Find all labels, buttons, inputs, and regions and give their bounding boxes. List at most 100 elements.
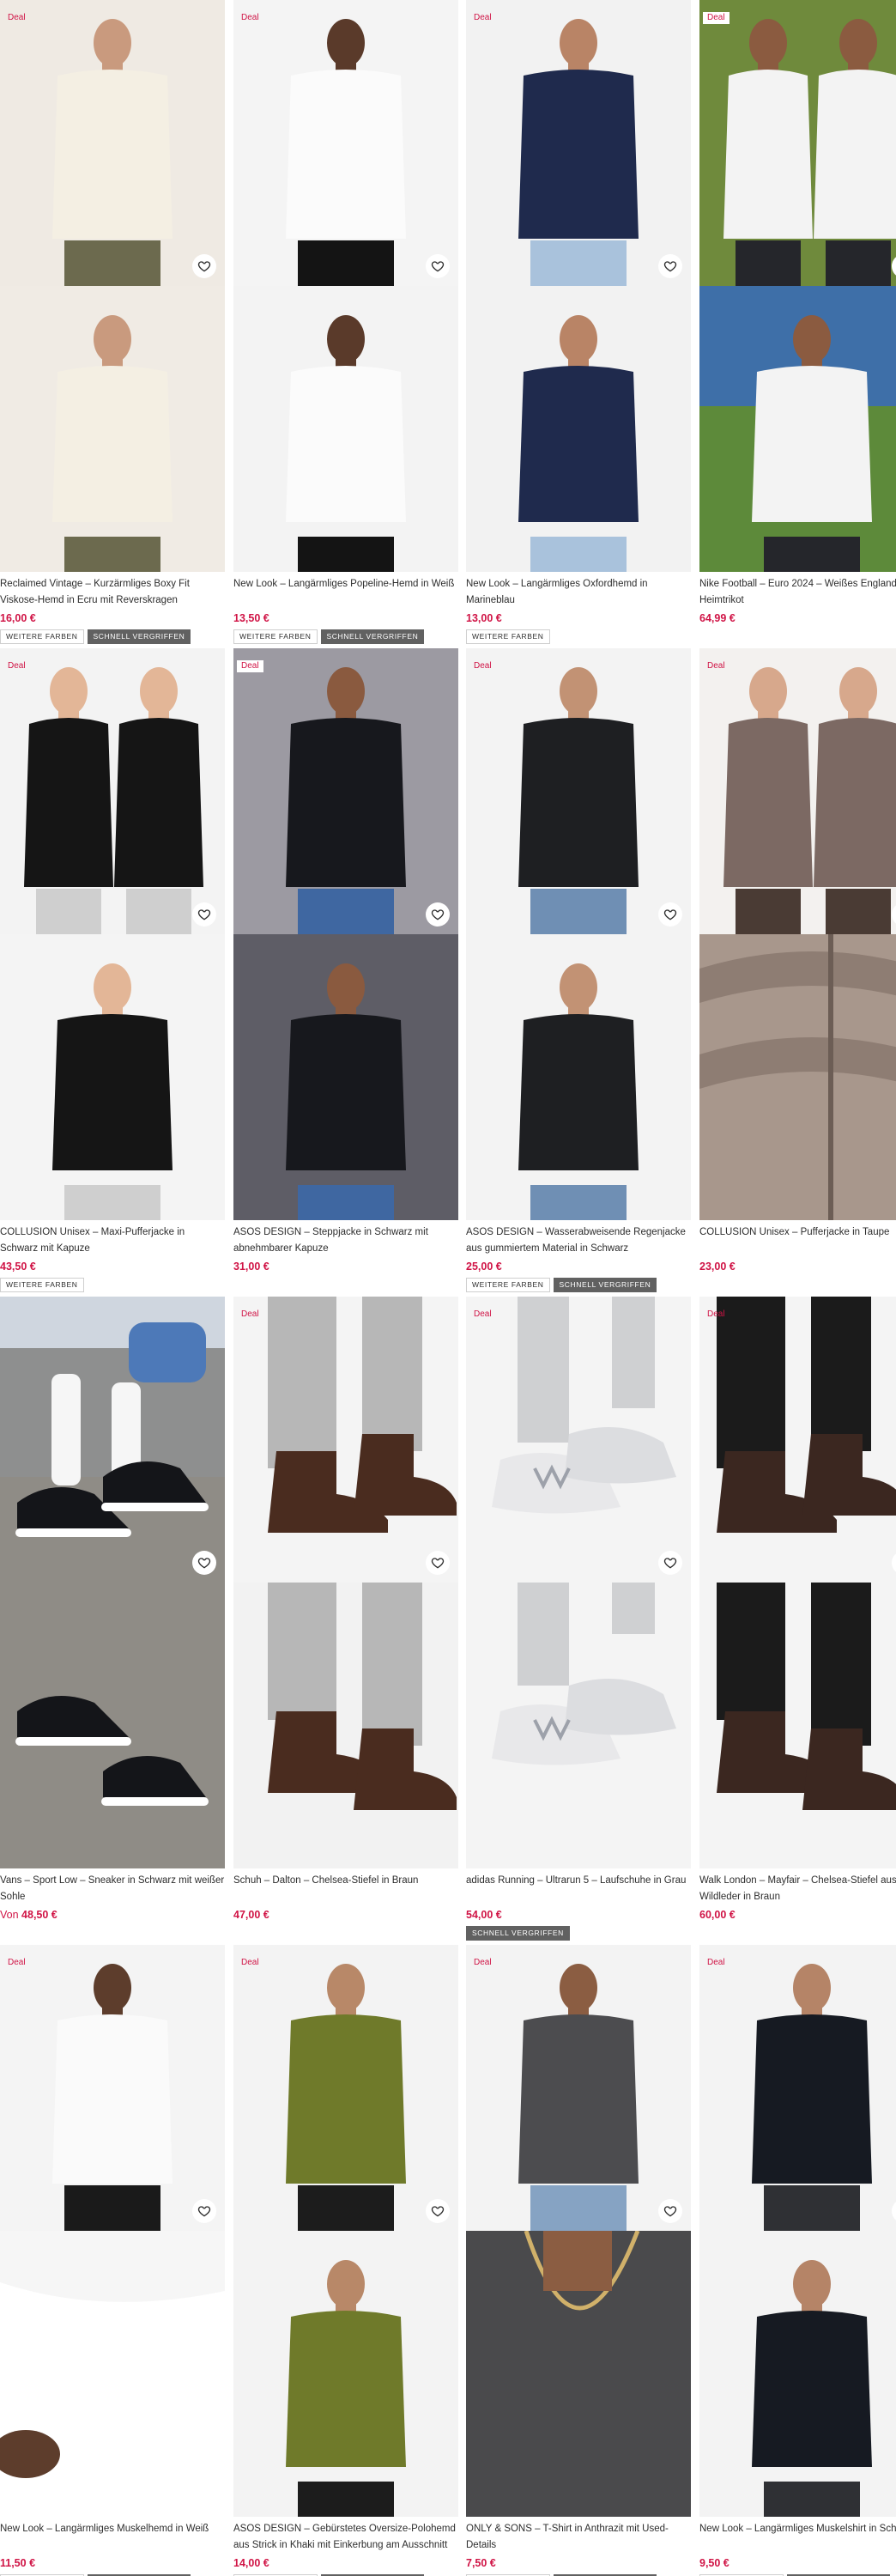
selling-fast-badge: SCHNELL VERGRIFFEN [320, 629, 425, 644]
save-for-later-heart-icon[interactable] [426, 254, 450, 278]
product-info: New Look – Langärmliges Muskelhemd in We… [0, 2521, 225, 2576]
product-info: New Look – Langärmliges Muskelshirt in S… [699, 2521, 896, 2576]
product-price: 9,50 € [699, 2555, 896, 2571]
product-image-alt[interactable] [699, 934, 896, 1220]
product-card[interactable]: Deal Schuh – Dalton – Chelsea-Stiefel in … [233, 1297, 458, 1945]
save-for-later-heart-icon[interactable] [192, 1551, 216, 1575]
product-image-alt[interactable] [233, 2231, 458, 2517]
product-card[interactable]: Deal COLLUSION Unisex – Maxi-Pufferjacke … [0, 648, 225, 1297]
product-badges: WEITERE FARBENSCHNELL VERGRIFFEN [233, 629, 458, 644]
product-image-alt[interactable] [466, 286, 691, 572]
product-image-alt[interactable] [699, 286, 896, 572]
product-title[interactable]: Reclaimed Vintage – Kurzärmliges Boxy Fi… [0, 576, 225, 609]
save-for-later-heart-icon[interactable] [658, 254, 682, 278]
price-value: 54,00 € [466, 1909, 502, 1921]
product-title[interactable]: New Look – Langärmliges Popeline-Hemd in… [233, 576, 458, 609]
product-card[interactable]: Deal ASOS DESIGN – Gebürstetes Oversize-P… [233, 1945, 458, 2576]
product-info: New Look – Langärmliges Popeline-Hemd in… [233, 576, 458, 644]
product-title[interactable]: Vans – Sport Low – Sneaker in Schwarz mi… [0, 1873, 225, 1905]
product-price: Von 48,50 € [0, 1907, 225, 1923]
product-image-alt[interactable] [466, 1583, 691, 1868]
product-card[interactable]: Deal New Look – Langärmliges Muskelshirt … [699, 1945, 896, 2576]
save-for-later-heart-icon[interactable] [658, 1551, 682, 1575]
product-image-alt[interactable] [0, 2231, 225, 2517]
product-image[interactable]: Deal [699, 1297, 896, 1583]
more-colours-badge: WEITERE FARBEN [0, 629, 84, 644]
product-title[interactable]: COLLUSION Unisex – Maxi-Pufferjacke in S… [0, 1224, 225, 1257]
product-badges: WEITERE FARBENSCHNELL VERGRIFFEN [0, 629, 225, 644]
product-image[interactable]: Deal [466, 1297, 691, 1583]
product-image[interactable]: Deal [0, 648, 225, 934]
save-for-later-heart-icon[interactable] [426, 1551, 450, 1575]
save-for-later-heart-icon[interactable] [426, 902, 450, 927]
product-card[interactable]: Deal ONLY & SONS – T-Shirt in Anthrazit m… [466, 1945, 691, 2576]
product-image-alt[interactable] [233, 934, 458, 1220]
product-card[interactable]: Deal New Look – Langärmliges Oxfordhemd i… [466, 0, 691, 648]
product-title[interactable]: COLLUSION Unisex – Pufferjacke in Taupe [699, 1224, 896, 1257]
product-card[interactable]: Deal New Look – Langärmliges Popeline-Hem… [233, 0, 458, 648]
price-value: 25,00 € [466, 1261, 502, 1273]
product-title[interactable]: New Look – Langärmliges Oxfordhemd in Ma… [466, 576, 691, 609]
product-image[interactable] [0, 1297, 225, 1583]
product-image[interactable]: Deal [233, 1297, 458, 1583]
product-card[interactable]: Deal COLLUSION Unisex – Pufferjacke in Ta… [699, 648, 896, 1297]
product-info: ASOS DESIGN – Wasserabweisende Regenjack… [466, 1224, 691, 1292]
product-title[interactable]: ASOS DESIGN – Wasserabweisende Regenjack… [466, 1224, 691, 1257]
product-title[interactable]: ASOS DESIGN – Steppjacke in Schwarz mit … [233, 1224, 458, 1257]
product-image-alt[interactable] [466, 2231, 691, 2517]
save-for-later-heart-icon[interactable] [658, 902, 682, 927]
product-title[interactable]: New Look – Langärmliges Muskelshirt in S… [699, 2521, 896, 2554]
product-card[interactable]: Vans – Sport Low – Sneaker in Schwarz mi… [0, 1297, 225, 1945]
deal-badge: Deal [707, 661, 725, 671]
product-image[interactable]: Deal [0, 0, 225, 286]
product-image[interactable]: Deal [699, 648, 896, 934]
save-for-later-heart-icon[interactable] [192, 2199, 216, 2223]
product-image[interactable]: Deal [699, 1945, 896, 2231]
product-card[interactable]: Deal ASOS DESIGN – Wasserabweisende Regen… [466, 648, 691, 1297]
product-card[interactable]: Deal New Look – Langärmliges Muskelhemd i… [0, 1945, 225, 2576]
product-image-alt[interactable] [0, 934, 225, 1220]
deal-badge: Deal [8, 1958, 26, 1967]
product-image-alt[interactable] [233, 286, 458, 572]
product-price: 60,00 € [699, 1907, 896, 1923]
product-image[interactable]: Deal [0, 1945, 225, 2231]
product-image-alt[interactable] [699, 1583, 896, 1868]
price-value: 31,00 € [233, 1261, 269, 1273]
product-price: 7,50 € [466, 2555, 691, 2571]
price-value: 9,50 € [699, 2557, 730, 2569]
save-for-later-heart-icon[interactable] [658, 2199, 682, 2223]
product-image-alt[interactable] [0, 1583, 225, 1868]
product-image[interactable]: Deal [233, 648, 458, 934]
save-for-later-heart-icon[interactable] [192, 902, 216, 927]
deal-badge: Deal [241, 1309, 259, 1319]
selling-fast-badge: SCHNELL VERGRIFFEN [553, 1278, 657, 1292]
product-card[interactable]: Deal ASOS DESIGN – Steppjacke in Schwarz … [233, 648, 458, 1297]
product-title[interactable]: Walk London – Mayfair – Chelsea-Stiefel … [699, 1873, 896, 1905]
product-info: ONLY & SONS – T-Shirt in Anthrazit mit U… [466, 2521, 691, 2576]
product-title[interactable]: Nike Football – Euro 2024 – Weißes Engla… [699, 576, 896, 609]
product-image-alt[interactable] [0, 286, 225, 572]
product-image-alt[interactable] [699, 2231, 896, 2517]
product-title[interactable]: Schuh – Dalton – Chelsea-Stiefel in Brau… [233, 1873, 458, 1905]
product-card[interactable]: Deal Nike Football – Euro 2024 – Weißes E… [699, 0, 896, 648]
product-image[interactable]: Deal [233, 1945, 458, 2231]
price-value: 47,00 € [233, 1909, 269, 1921]
product-title[interactable]: New Look – Langärmliges Muskelhemd in We… [0, 2521, 225, 2554]
product-image[interactable]: Deal [466, 1945, 691, 2231]
product-image-alt[interactable] [233, 1583, 458, 1868]
price-value: 13,00 € [466, 612, 502, 624]
product-title[interactable]: ASOS DESIGN – Gebürstetes Oversize-Poloh… [233, 2521, 458, 2554]
product-image[interactable]: Deal [466, 648, 691, 934]
save-for-later-heart-icon[interactable] [426, 2199, 450, 2223]
product-card[interactable]: Deal Reclaimed Vintage – Kurzärmliges Box… [0, 0, 225, 648]
product-image-alt[interactable] [466, 934, 691, 1220]
product-title[interactable]: ONLY & SONS – T-Shirt in Anthrazit mit U… [466, 2521, 691, 2554]
product-image[interactable]: Deal [233, 0, 458, 286]
product-title[interactable]: adidas Running – Ultrarun 5 – Laufschuhe… [466, 1873, 691, 1905]
product-image[interactable]: Deal [699, 0, 896, 286]
save-for-later-heart-icon[interactable] [192, 254, 216, 278]
product-card[interactable]: Deal adidas Running – Ultrarun 5 – Laufsc… [466, 1297, 691, 1945]
product-card[interactable]: Deal Walk London – Mayfair – Chelsea-Stie… [699, 1297, 896, 1945]
product-image[interactable]: Deal [466, 0, 691, 286]
product-badges: SCHNELL VERGRIFFEN [466, 1926, 691, 1941]
